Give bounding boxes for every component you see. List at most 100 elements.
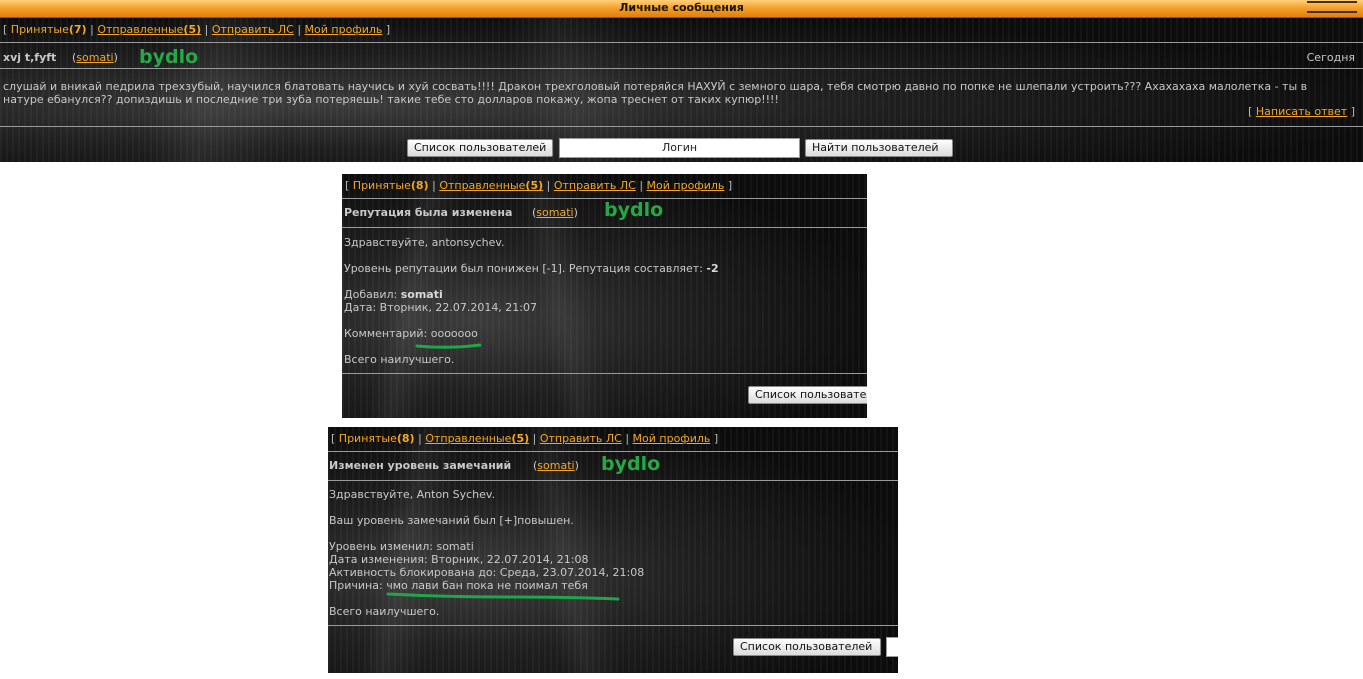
bracket: [ bbox=[3, 23, 8, 36]
green-underline-mark bbox=[386, 592, 620, 601]
message-author: (somati) bbox=[532, 206, 578, 219]
divider bbox=[342, 373, 867, 374]
separator: | bbox=[432, 179, 436, 192]
level-line: Ваш уровень замечаний был [+]повышен. bbox=[329, 514, 574, 527]
bracket: ] bbox=[727, 179, 733, 192]
divider bbox=[0, 68, 1363, 69]
reputation-message-panel: [ Принятые(8) | Отправленные(5) | Отправ… bbox=[342, 174, 867, 418]
paren: ) bbox=[574, 459, 579, 472]
pm-nav: [ Принятые(7) | Отправленные(5) | Отправ… bbox=[3, 23, 390, 36]
tab-sent-count: (5) bbox=[525, 179, 544, 192]
tab-inbox[interactable]: Принятые(8) bbox=[339, 432, 415, 445]
tab-inbox-count: (7) bbox=[68, 23, 87, 36]
tab-sent[interactable]: Отправленные(5) bbox=[439, 179, 543, 192]
my-profile-link[interactable]: Мой профиль bbox=[633, 432, 711, 445]
my-profile-link[interactable]: Мой профиль bbox=[305, 23, 383, 36]
author-link[interactable]: somati bbox=[76, 51, 113, 64]
divider bbox=[328, 451, 898, 452]
annotation-label: bydlo bbox=[604, 199, 664, 221]
greeting: Здравствуйте, Anton Sychev. bbox=[329, 488, 496, 501]
annotation-label: bydlo bbox=[601, 453, 661, 475]
added-by-label: Добавил: bbox=[344, 288, 398, 301]
closing-line: Всего наилучшего. bbox=[329, 605, 440, 618]
divider bbox=[0, 126, 1363, 127]
tab-sent-count: (5) bbox=[511, 432, 530, 445]
change-date-line: Дата изменения: Вторник, 22.07.2014, 21:… bbox=[329, 553, 589, 566]
greeting: Здравствуйте, antonsychev. bbox=[344, 236, 505, 249]
tab-inbox[interactable]: Принятые(7) bbox=[11, 23, 87, 36]
divider bbox=[342, 227, 867, 228]
reply-container: [ Написать ответ ] bbox=[1248, 105, 1355, 118]
minimize-icon[interactable] bbox=[1307, 1, 1357, 13]
added-by-value: somati bbox=[400, 288, 443, 301]
pm-nav: [ Принятые(8) | Отправленные(5) | Отправ… bbox=[345, 179, 732, 192]
message-panel-main: [ Принятые(7) | Отправленные(5) | Отправ… bbox=[0, 18, 1363, 162]
date-line: Дата: Вторник, 22.07.2014, 21:07 bbox=[344, 301, 538, 314]
tab-sent-label: Отправленные bbox=[425, 432, 512, 445]
reason-label: Причина: bbox=[329, 579, 383, 592]
tab-sent-label: Отправленные bbox=[439, 179, 526, 192]
tab-inbox[interactable]: Принятые(8) bbox=[353, 179, 429, 192]
separator: | bbox=[546, 179, 551, 192]
bracket: ] bbox=[713, 432, 719, 445]
reputation-text: Уровень репутации был понижен [-1]. Репу… bbox=[344, 262, 703, 275]
separator: | bbox=[297, 23, 302, 36]
users-list-button[interactable]: Список пользователей bbox=[407, 139, 553, 157]
comment-label: Комментарий: bbox=[344, 327, 428, 340]
bracket: ] bbox=[385, 23, 391, 36]
comment-line: Комментарий: ooooooo bbox=[344, 327, 478, 340]
tab-inbox-label: Принятые bbox=[10, 23, 69, 36]
added-by-line: Добавил: somati bbox=[344, 288, 443, 301]
divider bbox=[328, 480, 898, 481]
tab-sent[interactable]: Отправленные(5) bbox=[425, 432, 529, 445]
tab-inbox-label: Принятые bbox=[352, 179, 411, 192]
separator: | bbox=[639, 179, 644, 192]
tab-sent-label: Отправленные bbox=[97, 23, 184, 36]
tab-inbox-count: (8) bbox=[410, 179, 429, 192]
message-subject: Изменен уровень замечаний bbox=[329, 459, 512, 472]
bracket: ] bbox=[1350, 105, 1355, 118]
comment-value: ooooooo bbox=[430, 327, 478, 340]
tab-inbox-count: (8) bbox=[396, 432, 415, 445]
annotation-label: bydlo bbox=[139, 46, 199, 68]
bracket: [ bbox=[345, 179, 350, 192]
separator: | bbox=[418, 432, 422, 445]
divider bbox=[328, 625, 898, 626]
reputation-line: Уровень репутации был понижен [-1]. Репу… bbox=[344, 262, 719, 275]
window-titlebar: Личные сообщения bbox=[0, 0, 1363, 18]
send-pm-link[interactable]: Отправить ЛС bbox=[540, 432, 622, 445]
pm-nav: [ Принятые(8) | Отправленные(5) | Отправ… bbox=[331, 432, 718, 445]
tab-sent[interactable]: Отправленные(5) bbox=[97, 23, 201, 36]
login-input[interactable] bbox=[886, 637, 898, 657]
separator: | bbox=[532, 432, 537, 445]
author-link[interactable]: somati bbox=[536, 206, 573, 219]
users-list-button[interactable]: Список пользователей bbox=[733, 638, 881, 656]
warning-message-panel: [ Принятые(8) | Отправленные(5) | Отправ… bbox=[328, 427, 898, 673]
reputation-value: -2 bbox=[706, 262, 719, 275]
bracket: [ bbox=[331, 432, 336, 445]
tab-sent-count: (5) bbox=[183, 23, 202, 36]
find-users-button[interactable]: Найти пользователей bbox=[805, 139, 953, 157]
send-pm-link[interactable]: Отправить ЛС bbox=[212, 23, 294, 36]
bracket: [ bbox=[1248, 105, 1253, 118]
write-reply-link[interactable]: Написать ответ bbox=[1256, 105, 1347, 118]
closing-line: Всего наилучшего. bbox=[344, 353, 455, 366]
message-subject: xvj t,fyft bbox=[3, 51, 57, 64]
separator: | bbox=[204, 23, 209, 36]
message-body: слушай и вникай педрила трехзубый, научи… bbox=[3, 80, 1308, 106]
message-date: Сегодня bbox=[1306, 51, 1355, 64]
send-pm-link[interactable]: Отправить ЛС bbox=[554, 179, 636, 192]
paren: ) bbox=[113, 51, 118, 64]
message-subject: Репутация была изменена bbox=[344, 206, 513, 219]
login-input[interactable]: Логин bbox=[559, 138, 800, 158]
changed-by-line: Уровень изменил: somati bbox=[329, 540, 474, 553]
separator: | bbox=[625, 432, 630, 445]
paren: ) bbox=[573, 206, 578, 219]
divider bbox=[0, 42, 1363, 43]
users-list-button[interactable]: Список пользователей bbox=[748, 386, 867, 404]
my-profile-link[interactable]: Мой профиль bbox=[647, 179, 725, 192]
author-link[interactable]: somati bbox=[537, 459, 574, 472]
reason-value: чмо лави бан пока не поимал тебя bbox=[386, 579, 588, 592]
tab-inbox-label: Принятые bbox=[338, 432, 397, 445]
blocked-until-line: Активность блокирована до: Среда, 23.07.… bbox=[329, 566, 645, 579]
